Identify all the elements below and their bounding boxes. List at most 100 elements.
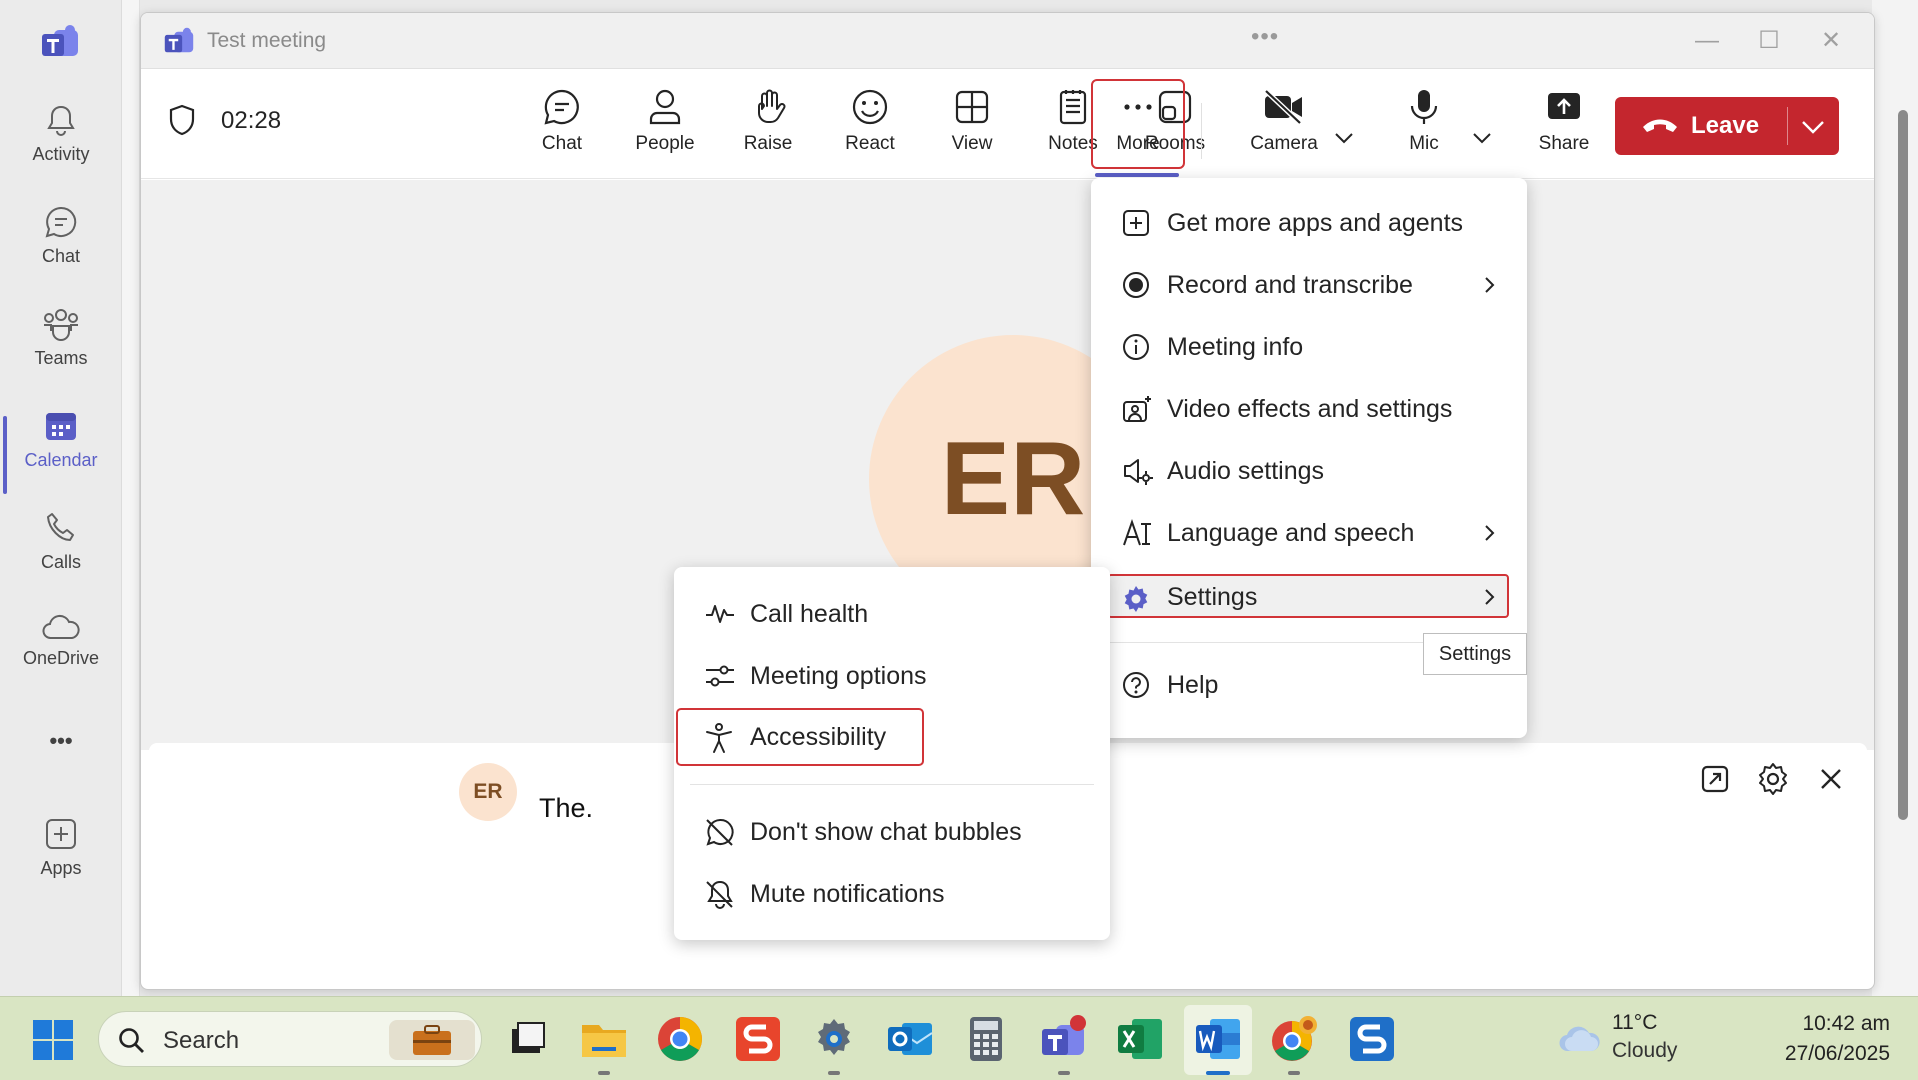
add-apps-icon (46, 819, 76, 849)
menu-item-meeting-info[interactable]: Meeting info (1091, 318, 1527, 376)
submenu-item-label: Call health (750, 600, 869, 628)
submenu-item-label: Mute notifications (750, 880, 945, 908)
active-indicator (1206, 1071, 1230, 1075)
menu-item-video-effects[interactable]: Video effects and settings (1091, 380, 1527, 438)
share-button[interactable]: Share (1509, 87, 1619, 171)
info-icon (1123, 334, 1149, 360)
menu-item-label: Record and transcribe (1167, 271, 1413, 299)
rail-item-teams[interactable]: Teams (0, 306, 122, 396)
menu-item-record-and-transcribe[interactable]: Record and transcribe (1091, 256, 1527, 314)
word-icon[interactable] (1192, 1013, 1244, 1065)
minimize-button[interactable]: — (1679, 23, 1735, 59)
teams-logo-icon (42, 25, 78, 56)
background-calendar (122, 0, 140, 996)
snagit-icon[interactable] (732, 1013, 784, 1065)
menu-item-audio-settings[interactable]: Audio settings (1091, 442, 1527, 500)
hang-up-icon (1643, 119, 1677, 132)
chrome-icon[interactable] (654, 1013, 706, 1065)
submenu-item-meeting-options[interactable]: Meeting options (674, 647, 1110, 705)
close-window-button[interactable]: ✕ (1803, 23, 1859, 59)
rail-item-calendar[interactable]: Calendar (0, 408, 122, 498)
meeting-timer: 02:28 (221, 107, 282, 134)
emoji-icon (852, 89, 888, 125)
leave-options-chevron-icon[interactable] (1799, 115, 1827, 139)
leave-button[interactable]: Leave (1615, 97, 1839, 155)
scrollbar-thumb[interactable] (1898, 110, 1908, 820)
submenu-item-label: Accessibility (750, 723, 887, 751)
calculator-icon[interactable] (960, 1013, 1012, 1065)
running-indicator (598, 1071, 610, 1075)
menu-item-settings[interactable]: Settings (1107, 574, 1509, 618)
raise-label: Raise (743, 133, 793, 154)
submenu-item-dont-show-chat-bubbles[interactable]: Don't show chat bubbles (674, 803, 1110, 861)
mic-label: Mic (1409, 133, 1439, 154)
task-view-icon[interactable] (500, 1013, 552, 1065)
rail-item-activity[interactable]: Activity (0, 102, 122, 192)
pop-out-icon[interactable] (1695, 759, 1735, 799)
chevron-right-icon (1485, 589, 1495, 605)
gear-icon[interactable] (1753, 759, 1793, 799)
mic-options-chevron-icon[interactable] (1467, 123, 1497, 153)
react-button[interactable]: React (825, 87, 915, 171)
submenu-item-mute-notifications[interactable]: Mute notifications (674, 865, 1110, 923)
rail-item-onedrive[interactable]: OneDrive (0, 612, 122, 702)
camera-options-chevron-icon[interactable] (1329, 123, 1359, 153)
rail-item-label: Calendar (24, 450, 98, 470)
rail-item-label: OneDrive (22, 648, 100, 668)
settings-app-icon[interactable] (808, 1013, 860, 1065)
more-icon: ••• (49, 728, 73, 753)
chat-button[interactable]: Chat (517, 87, 607, 171)
rail-item-apps[interactable]: Apps (0, 816, 122, 906)
menu-item-label: Get more apps and agents (1167, 209, 1464, 237)
menu-item-get-more-apps[interactable]: Get more apps and agents (1091, 194, 1527, 252)
chat-label: Chat (541, 133, 583, 154)
taskbar-search-box[interactable]: Search (98, 1011, 482, 1067)
caption-text: The. (539, 793, 594, 823)
outlook-icon[interactable] (884, 1013, 936, 1065)
camera-off-icon (1264, 89, 1302, 125)
shield-icon[interactable] (167, 103, 197, 137)
maximize-button[interactable]: ☐ (1741, 23, 1797, 59)
more-button[interactable]: More (1091, 79, 1185, 169)
chrome-profile-icon[interactable] (1268, 1013, 1320, 1065)
chat-icon (45, 206, 77, 238)
camera-button[interactable]: Camera (1229, 87, 1339, 171)
clock-date: 27/06/2025 (1784, 1042, 1890, 1065)
cloud-icon (42, 614, 80, 639)
system-clock[interactable]: 10:42 am 27/06/2025 (1740, 1009, 1890, 1069)
grid-view-icon (955, 90, 989, 124)
people-label: People (635, 133, 695, 154)
window-title: Test meeting (207, 29, 327, 52)
drag-dots-icon[interactable]: ••• (1251, 23, 1279, 51)
windows-start-icon[interactable] (32, 1019, 74, 1061)
record-icon (1123, 272, 1149, 298)
view-button[interactable]: View (927, 87, 1017, 171)
search-placeholder: Search (163, 1027, 240, 1054)
rail-item-more[interactable]: ••• (0, 728, 122, 818)
rail-item-calls[interactable]: Calls (0, 510, 122, 600)
submenu-item-call-health[interactable]: Call health (674, 585, 1110, 643)
search-icon (119, 1028, 144, 1053)
react-label: React (845, 133, 895, 154)
menu-item-language-and-speech[interactable]: Language and speech (1091, 504, 1527, 562)
file-explorer-icon[interactable] (578, 1013, 630, 1065)
teams-taskbar-icon[interactable] (1038, 1013, 1090, 1065)
more-label: More (1116, 133, 1160, 154)
rail-item-chat[interactable]: Chat (0, 204, 122, 294)
pulse-icon (706, 605, 734, 623)
teams-logo-icon (164, 27, 194, 53)
menu-item-label: Help (1167, 671, 1219, 699)
teams-icon (44, 309, 78, 341)
people-button[interactable]: People (620, 87, 710, 171)
raise-hand-button[interactable]: Raise (723, 87, 813, 171)
close-icon[interactable] (1811, 759, 1851, 799)
rail-item-label: Chat (41, 246, 81, 266)
menu-item-label: Video effects and settings (1167, 395, 1453, 423)
submenu-item-accessibility[interactable]: Accessibility (676, 708, 924, 766)
window-titlebar[interactable]: Test meeting ••• — ☐ ✕ (141, 13, 1874, 69)
view-label: View (951, 133, 993, 154)
mic-button[interactable]: Mic (1369, 87, 1479, 171)
windows-taskbar: Search 11°C Cloudy 10:42 am 27/06/2025 (0, 996, 1918, 1080)
snagit-editor-icon[interactable] (1346, 1013, 1398, 1065)
excel-icon[interactable] (1114, 1013, 1166, 1065)
